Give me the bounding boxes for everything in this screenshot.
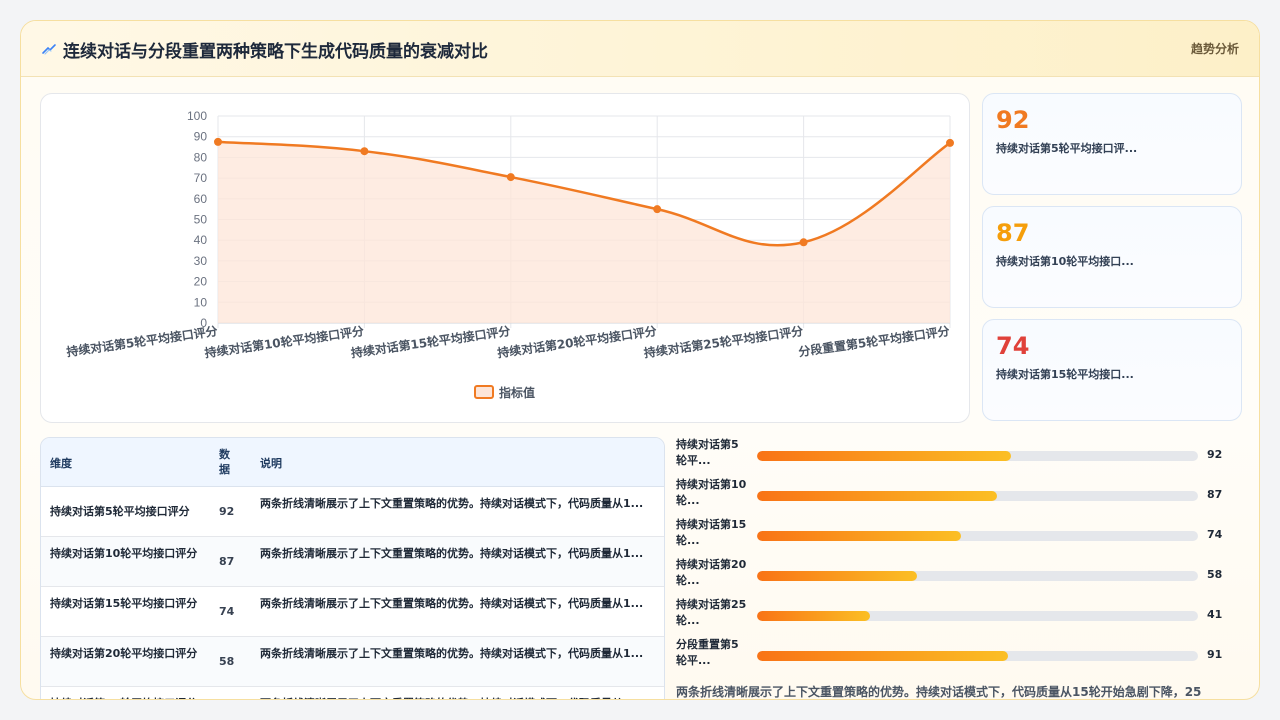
- bar-fill: [757, 571, 917, 581]
- y-tick-label: 90: [194, 130, 208, 144]
- bar-fill: [757, 491, 997, 501]
- y-tick-label: 50: [194, 213, 208, 227]
- column-header-dimension[interactable]: 维度: [50, 455, 72, 471]
- bar-value: 74: [1207, 528, 1223, 541]
- y-tick-label: 60: [194, 192, 208, 206]
- page-title: 连续对话与分段重置两种策略下生成代码质量的衰减对比: [63, 42, 488, 62]
- cell-description: 两条折线清晰展示了上下文重置策略的优势。持续对话模式下，代码质量从1...: [260, 497, 644, 510]
- data-point: [506, 173, 515, 182]
- bar-item: 持续对话第15轮... 74: [676, 517, 1246, 553]
- stat-card-3[interactable]: 74 持续对话第15轮平均接口...: [982, 319, 1242, 421]
- cell-description: 两条折线清晰展示了上下文重置策略的优势。持续对话模式下，代码质量从1...: [260, 696, 652, 699]
- lightning-icon: [42, 44, 56, 55]
- table-row[interactable]: 持续对话第25轮平均接口评分41两条折线清晰展示了上下文重置策略的优势。持续对话…: [41, 687, 664, 699]
- x-tick-label: 持续对话第15轮平均接口评分: [350, 323, 511, 360]
- data-point: [360, 147, 369, 156]
- line-chart: 0102030405060708090100持续对话第5轮平均接口评分持续对话第…: [65, 109, 954, 400]
- cell-dimension: 持续对话第25轮平均接口评分: [50, 696, 202, 699]
- bar-value: 87: [1207, 488, 1223, 501]
- y-tick-label: 80: [194, 150, 208, 164]
- cell-description: 两条折线清晰展示了上下文重置策略的优势。持续对话模式下，代码质量从1...: [260, 547, 644, 560]
- cell-description: 两条折线清晰展示了上下文重置策略的优势。持续对话模式下，代码质量从1...: [260, 647, 644, 660]
- stat-card-2[interactable]: 87 持续对话第10轮平均接口...: [982, 206, 1242, 308]
- y-tick-label: 30: [194, 254, 208, 268]
- x-tick-label: 持续对话第5轮平均接口评分: [65, 323, 218, 359]
- bar-track: [757, 611, 1198, 621]
- table-row[interactable]: 持续对话第10轮平均接口评分 87 两条折线清晰展示了上下文重置策略的优势。持续对话…: [41, 537, 664, 587]
- dashboard-card: 连续对话与分段重置两种策略下生成代码质量的衰减对比 趋势分析 0 10 20 30 40…: [20, 20, 1260, 700]
- bar-value: 92: [1207, 448, 1223, 461]
- stat-value: 74: [996, 332, 1030, 360]
- bar-label: 持续对话第20轮...: [676, 558, 747, 587]
- line-chart-panel: 0 10 20 30 40 50 60 70 80 90 100 持续对话第5轮平均接口评分 持续对话第…: [40, 93, 970, 423]
- cell-value: 92: [219, 505, 235, 518]
- bar-item: 持续对话第5轮平... 92: [676, 437, 1246, 473]
- bar-track: [757, 571, 1198, 581]
- bar-fill: [757, 451, 1011, 461]
- stat-label: 持续对话第15轮平均接口...: [996, 368, 1134, 381]
- bar-list: 持续对话第5轮平... 92 持续对话第10轮... 87 持续对话第15轮... 74 持…: [676, 437, 1246, 677]
- cell-dimension: 持续对话第20轮平均接口评分: [50, 647, 198, 660]
- bar-track: [757, 531, 1198, 541]
- bar-fill: [757, 531, 961, 541]
- bar-item: 分段重置第5轮平... 91: [676, 637, 1246, 673]
- data-point: [799, 238, 808, 247]
- y-tick-label: 40: [194, 233, 208, 247]
- data-point: [946, 138, 954, 147]
- x-tick-label: 持续对话第10轮平均接口评分: [204, 323, 365, 360]
- bar-label: 持续对话第25轮...: [676, 598, 747, 627]
- stat-label: 持续对话第10轮平均接口...: [996, 255, 1134, 268]
- bar-track: [757, 491, 1198, 501]
- data-point: [653, 205, 662, 214]
- cell-dimension: 持续对话第5轮平均接口评分: [50, 505, 190, 518]
- legend-swatch: [474, 385, 494, 399]
- y-tick-label: 20: [194, 275, 208, 289]
- x-tick-label: 分段重置第5轮平均接口评分: [797, 323, 950, 359]
- bar-value: 41: [1207, 608, 1223, 621]
- cell-value: 87: [219, 555, 235, 568]
- cell-dimension: 持续对话第15轮平均接口评分: [50, 597, 198, 610]
- cell-dimension: 持续对话第10轮平均接口评分: [50, 547, 198, 560]
- x-tick-label: 持续对话第20轮平均接口评分: [496, 323, 657, 360]
- cell-description: 两条折线清晰展示了上下文重置策略的优势。持续对话模式下，代码质量从1...: [260, 597, 644, 610]
- stat-value: 87: [996, 219, 1030, 247]
- bar-label: 分段重置第5轮平...: [676, 638, 739, 667]
- bar-item: 持续对话第10轮... 87: [676, 477, 1246, 513]
- analysis-tag[interactable]: 趋势分析: [1191, 40, 1239, 57]
- bar-label: 持续对话第15轮...: [676, 518, 747, 547]
- stat-label: 持续对话第5轮平均接口评...: [996, 142, 1138, 155]
- bar-label: 持续对话第10轮...: [676, 478, 747, 507]
- bar-fill: [757, 651, 1008, 661]
- y-tick-label: 100: [187, 109, 207, 123]
- bar-track: [757, 651, 1198, 661]
- bar-label: 持续对话第5轮平...: [676, 438, 739, 467]
- table-header: 维度 数据 说明: [41, 438, 664, 487]
- table-row[interactable]: 持续对话第15轮平均接口评分 74 两条折线清晰展示了上下文重置策略的优势。持续对话…: [41, 587, 664, 637]
- bar-item: 持续对话第25轮... 41: [676, 597, 1246, 633]
- column-header-data[interactable]: 数据: [219, 447, 233, 477]
- data-table: 维度 数据 说明 持续对话第5轮平均接口评分 92 两条折线清晰展示了上下文重置策略…: [40, 437, 665, 699]
- header-bar: 连续对话与分段重置两种策略下生成代码质量的衰减对比 趋势分析: [21, 21, 1259, 77]
- bar-fill: [757, 611, 870, 621]
- table-row[interactable]: 持续对话第20轮平均接口评分 58 两条折线清晰展示了上下文重置策略的优势。持续对话…: [41, 637, 664, 687]
- cell-value: 58: [219, 655, 235, 668]
- stat-card-1[interactable]: 92 持续对话第5轮平均接口评...: [982, 93, 1242, 195]
- table-row[interactable]: 持续对话第5轮平均接口评分 92 两条折线清晰展示了上下文重置策略的优势。持续对话模…: [41, 487, 664, 537]
- column-header-description[interactable]: 说明: [260, 455, 282, 471]
- x-tick-label: 持续对话第25轮平均接口评分: [643, 323, 804, 360]
- cell-value: 74: [219, 605, 235, 618]
- y-tick-label: 10: [194, 295, 208, 309]
- bar-value: 91: [1207, 648, 1223, 661]
- bar-item: 持续对话第20轮... 58: [676, 557, 1246, 593]
- series-area: [218, 141, 950, 323]
- bar-track: [757, 451, 1198, 461]
- y-tick-label: 70: [194, 171, 208, 185]
- data-point: [214, 137, 222, 146]
- summary-text: 两条折线清晰展示了上下文重置策略的优势。持续对话模式下，代码质量从15轮开始急剧…: [676, 685, 1202, 699]
- bar-value: 58: [1207, 568, 1223, 581]
- stat-value: 92: [996, 106, 1030, 134]
- legend-label: 指标值: [499, 385, 535, 400]
